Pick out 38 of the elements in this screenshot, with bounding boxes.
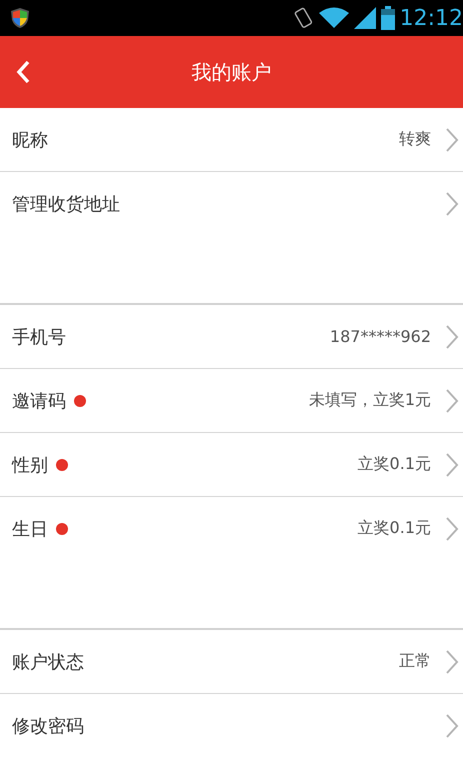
clock-time: 12:12 xyxy=(400,6,463,30)
row-label: 账户状态 xyxy=(12,650,84,674)
row-value: 立奖0.1元 xyxy=(358,518,431,539)
battery-icon xyxy=(380,6,395,30)
row-value: 187*****962 xyxy=(330,327,431,346)
settings-row[interactable]: 手机号 187*****962 xyxy=(0,305,463,369)
chevron-icon xyxy=(445,126,459,152)
settings-row[interactable]: 生日 立奖0.1元 xyxy=(0,497,463,560)
chevron-icon xyxy=(445,324,459,350)
row-value: 正常 xyxy=(399,651,431,672)
chevron-icon xyxy=(445,712,459,738)
back-icon[interactable] xyxy=(16,60,30,84)
row-label: 手机号 xyxy=(12,326,66,348)
row-label: 管理收货地址 xyxy=(12,192,120,216)
settings-row[interactable]: 昵称 转爽 xyxy=(0,108,463,172)
settings-row[interactable]: 邀请码 未填写，立奖1元 xyxy=(0,369,463,433)
chevron-icon xyxy=(445,648,459,674)
settings-row[interactable]: 账户状态 正常 xyxy=(0,630,463,694)
row-label: 修改密码 xyxy=(12,714,84,738)
vibrate-icon xyxy=(294,6,314,30)
row-value: 未填写，立奖1元 xyxy=(308,390,431,411)
page-title: 我的账户 xyxy=(192,58,272,86)
shield-icon xyxy=(10,7,30,29)
settings-row[interactable]: 管理收货地址 xyxy=(0,172,463,235)
row-value: 立奖0.1元 xyxy=(358,454,431,475)
row-label: 生日 xyxy=(12,518,48,540)
row-label: 性别 xyxy=(12,454,48,476)
chevron-icon xyxy=(445,190,459,216)
chevron-icon xyxy=(445,388,459,414)
row-label: 邀请码 xyxy=(12,390,66,412)
settings-row[interactable]: 性别 立奖0.1元 xyxy=(0,433,463,497)
row-label: 昵称 xyxy=(12,128,48,152)
wifi-icon xyxy=(318,7,349,29)
signal-icon xyxy=(354,7,376,29)
chevron-icon xyxy=(445,452,459,478)
settings-row[interactable]: 修改密码 xyxy=(0,694,463,757)
chevron-icon xyxy=(445,516,459,542)
row-value: 转爽 xyxy=(399,129,431,150)
